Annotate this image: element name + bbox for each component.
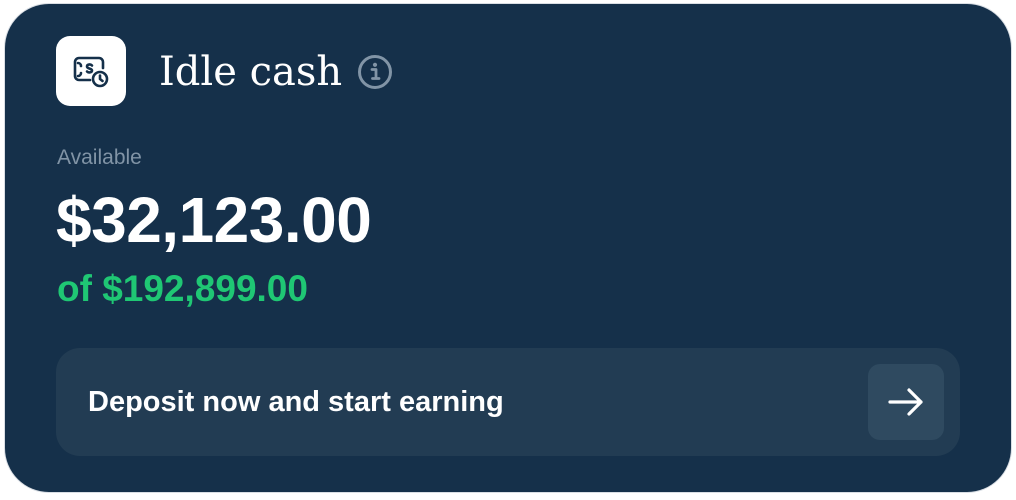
available-amount: $32,123.00	[56, 184, 372, 256]
deposit-cta[interactable]: Deposit now and start earning	[56, 348, 960, 456]
arrow-right-icon	[888, 388, 923, 416]
total-amount: of $192,899.00	[57, 268, 308, 309]
idle-cash-card: Idle cash Available $32,123.00 of $192,8…	[5, 4, 1011, 492]
info-icon[interactable]	[355, 52, 395, 92]
deposit-cta-label: Deposit now and start earning	[88, 386, 504, 418]
card-title: Idle cash	[159, 49, 343, 95]
cash-clock-icon	[56, 36, 126, 106]
arrow-button[interactable]	[868, 364, 944, 440]
available-label: Available	[57, 146, 142, 169]
